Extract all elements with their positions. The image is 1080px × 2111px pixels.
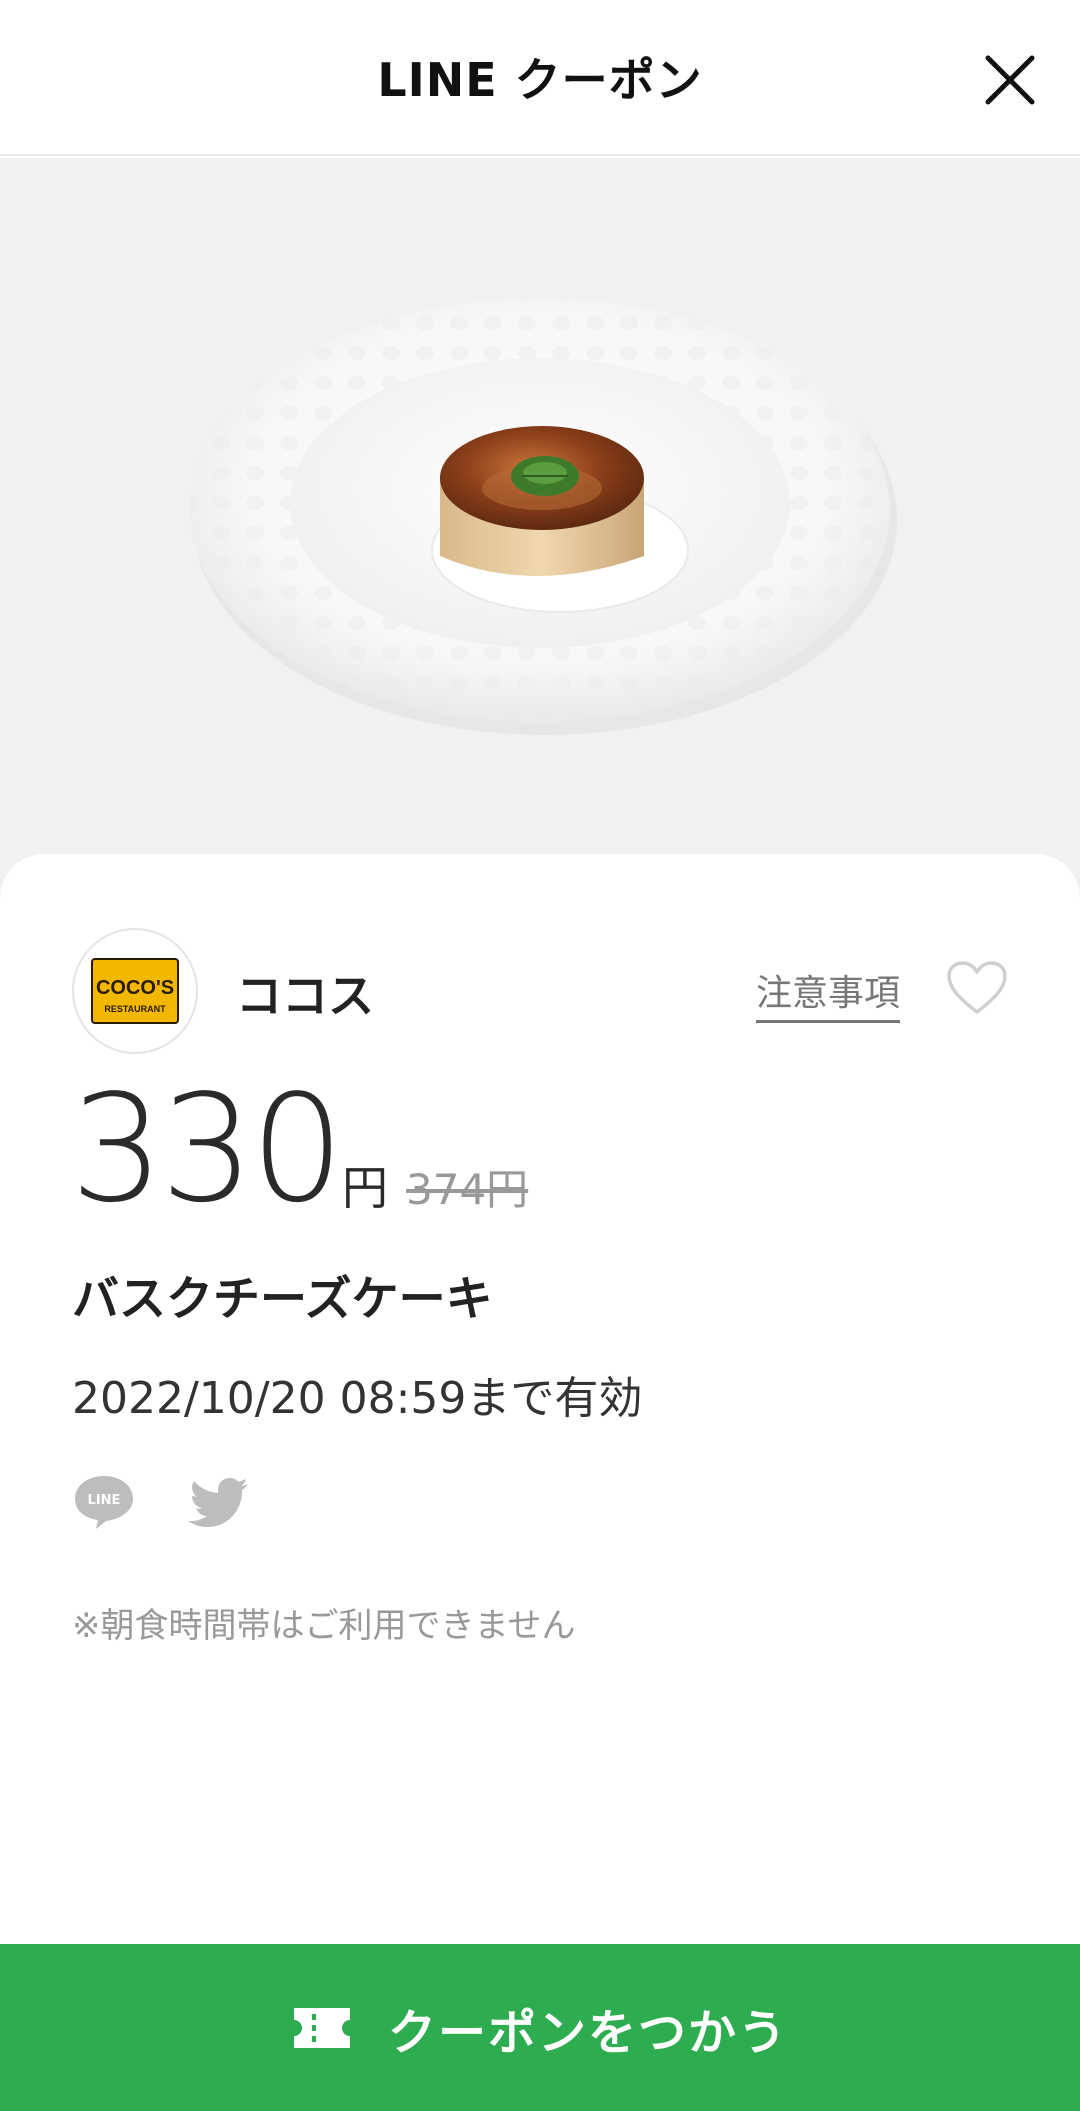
close-icon xyxy=(985,55,1035,105)
notice-link[interactable]: 注意事項 xyxy=(755,964,900,1023)
line-logo-icon: LINE xyxy=(75,1476,133,1529)
svg-text:LINE: LINE xyxy=(88,1493,121,1508)
share-line-button[interactable]: LINE xyxy=(72,1472,136,1532)
valid-until: 2022/10/20 08:59まで有効 xyxy=(72,1373,643,1424)
cocos-logo: COCO'S RESTAURANT xyxy=(91,958,179,1024)
shop-row: COCO'S RESTAURANT ココス 注意事項 xyxy=(72,928,1008,1054)
coupon-card: COCO'S RESTAURANT ココス 注意事項 330 円 374円 バス… xyxy=(0,854,1080,2111)
svg-text:COCO'S: COCO'S xyxy=(96,977,174,999)
use-coupon-label: クーポンをつかう xyxy=(387,2004,788,2061)
original-price: 374円 xyxy=(406,1165,529,1214)
discount-price: 330 xyxy=(70,1063,344,1235)
product-name: バスクチーズケーキ xyxy=(72,1272,493,1327)
price-unit: 円 xyxy=(342,1161,388,1215)
ticket-icon xyxy=(293,2007,350,2048)
close-button[interactable] xyxy=(982,52,1038,108)
shop-name[interactable]: ココス xyxy=(236,960,374,1026)
svg-text:RESTAURANT: RESTAURANT xyxy=(104,1004,166,1014)
shop-logo[interactable]: COCO'S RESTAURANT xyxy=(72,928,198,1054)
share-twitter-button[interactable] xyxy=(188,1472,252,1532)
header-bar: LINE クーポン xyxy=(0,0,1080,156)
twitter-bird-icon xyxy=(188,1478,248,1527)
use-coupon-button[interactable]: クーポンをつかう xyxy=(0,1944,1080,2111)
cheesecake-plate-illustration xyxy=(190,298,897,735)
heart-outline-icon xyxy=(947,961,1007,1014)
usage-note: ※朝食時間帯はご利用できません xyxy=(72,1606,576,1646)
coupon-page: LINE クーポン COCO'S RESTAURANT ココス 注意事項 330… xyxy=(0,0,1080,2111)
product-image xyxy=(0,158,1080,898)
favorite-button[interactable] xyxy=(946,960,1008,1016)
page-title: LINE クーポン xyxy=(377,53,703,107)
